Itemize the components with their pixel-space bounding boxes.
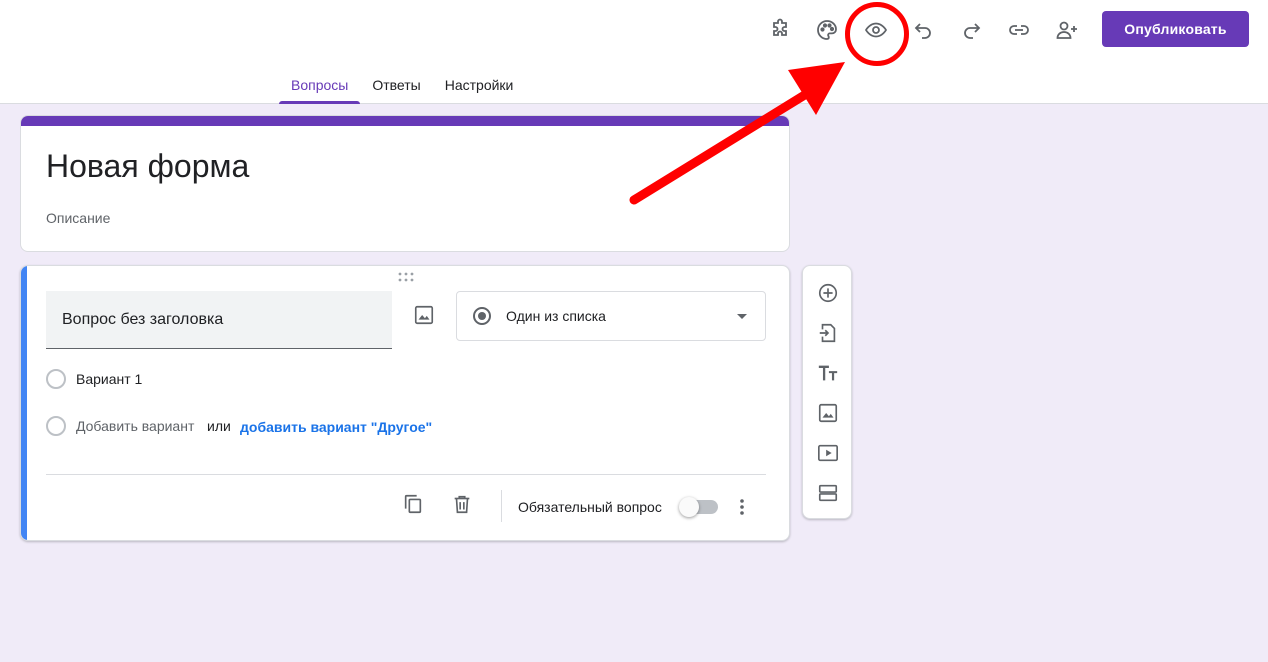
form-header-card[interactable]: Новая форма Описание	[20, 115, 790, 252]
undo-icon[interactable]	[904, 12, 944, 48]
form-description[interactable]: Описание	[46, 210, 110, 226]
question-title-input[interactable]: Вопрос без заголовка	[46, 291, 392, 349]
duplicate-icon[interactable]	[401, 492, 425, 516]
add-option-link[interactable]: Добавить вариант	[76, 418, 194, 434]
add-other-option-link[interactable]: добавить вариант "Другое"	[240, 419, 432, 435]
card-footer-divider	[46, 474, 766, 475]
preview-icon[interactable]	[856, 12, 896, 48]
required-toggle[interactable]	[679, 497, 718, 517]
side-toolbar	[802, 265, 852, 519]
toggle-knob	[679, 497, 699, 517]
add-video-icon[interactable]	[816, 441, 840, 465]
palette-icon[interactable]	[807, 12, 847, 48]
drag-handle-icon[interactable]	[398, 272, 414, 282]
add-collaborator-icon[interactable]	[1047, 12, 1087, 48]
link-icon[interactable]	[999, 12, 1039, 48]
chevron-down-icon	[737, 314, 747, 319]
tab-responses[interactable]: Ответы	[360, 66, 432, 104]
tab-questions[interactable]: Вопросы	[279, 66, 361, 104]
publish-button[interactable]: Опубликовать	[1102, 11, 1249, 47]
more-options-icon[interactable]	[734, 495, 750, 519]
footer-separator	[501, 490, 502, 522]
import-questions-icon[interactable]	[816, 321, 840, 345]
top-bar: Опубликовать Вопросы Ответы Настройки	[0, 0, 1268, 104]
required-label: Обязательный вопрос	[518, 499, 662, 515]
delete-icon[interactable]	[450, 492, 474, 516]
question-type-label: Один из списка	[506, 308, 606, 324]
question-card[interactable]: Вопрос без заголовка Один из списка Вари…	[20, 265, 790, 541]
redo-icon[interactable]	[951, 12, 991, 48]
form-title[interactable]: Новая форма	[46, 148, 249, 185]
header-accent-stripe	[21, 116, 789, 126]
add-section-icon[interactable]	[816, 481, 840, 505]
addons-icon[interactable]	[760, 12, 800, 48]
add-question-icon[interactable]	[816, 281, 840, 305]
or-text: или	[207, 418, 231, 434]
add-image-icon[interactable]	[816, 401, 840, 425]
add-title-icon[interactable]	[816, 361, 840, 385]
tab-settings[interactable]: Настройки	[433, 66, 526, 104]
question-type-select[interactable]: Один из списка	[456, 291, 766, 341]
option-radio	[46, 416, 66, 436]
option-1-input[interactable]: Вариант 1	[76, 371, 142, 387]
option-radio	[46, 369, 66, 389]
radio-type-icon	[473, 307, 491, 325]
add-image-icon[interactable]	[411, 302, 437, 328]
question-title-text: Вопрос без заголовка	[62, 311, 224, 328]
active-card-indicator	[21, 266, 27, 540]
tabs: Вопросы Ответы Настройки	[279, 66, 525, 104]
